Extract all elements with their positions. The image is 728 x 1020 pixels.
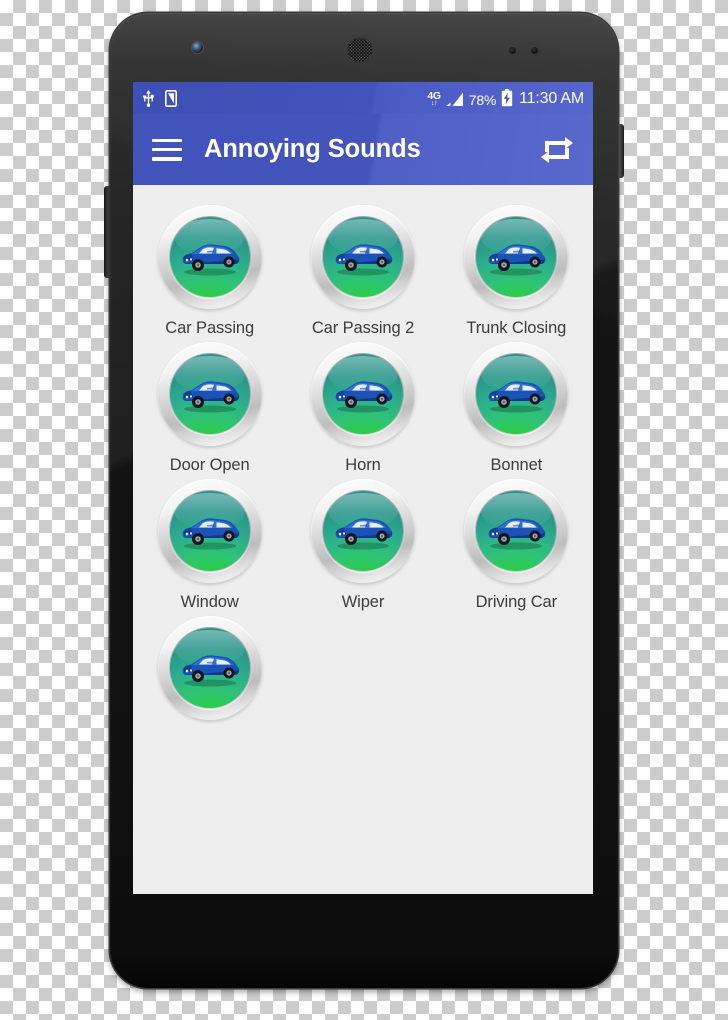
sound-play-button[interactable] — [310, 479, 415, 583]
sound-grid-scroll-area[interactable]: Car Passing Car Passing 2 Trunk Closing … — [133, 185, 593, 894]
sound-item-horn[interactable]: Horn — [286, 342, 439, 475]
sound-play-button[interactable] — [310, 342, 415, 446]
status-bar-right-icons: 4G ↓↑ 78% 11:30 AM — [427, 89, 584, 107]
car-icon — [488, 381, 546, 413]
phone-screen: 4G ↓↑ 78% 11:30 AM Annoying Sounds Car P… — [133, 82, 593, 894]
app-bar: Annoying Sounds — [133, 114, 593, 185]
network-traffic-arrows: ↓↑ — [431, 100, 438, 107]
sound-play-button[interactable] — [464, 342, 569, 446]
sound-label: Horn — [345, 456, 381, 474]
car-icon — [488, 244, 546, 276]
sound-item-car-passing-2[interactable]: Car Passing 2 — [286, 205, 439, 338]
power-button-hardware[interactable] — [617, 124, 624, 178]
usb-icon — [142, 89, 155, 107]
network-type-indicator: 4G ↓↑ — [427, 90, 441, 107]
car-icon — [182, 244, 239, 276]
status-bar-clock: 11:30 AM — [519, 90, 584, 107]
car-icon — [182, 655, 239, 687]
sound-item-driving-car[interactable]: Driving Car — [440, 479, 593, 612]
sound-item-partial[interactable] — [133, 616, 286, 730]
sound-play-button[interactable] — [157, 479, 262, 583]
sound-item-window[interactable]: Window — [133, 479, 286, 612]
car-icon — [335, 381, 393, 413]
volume-rocker-hardware[interactable] — [104, 186, 111, 278]
sound-label: Window — [180, 593, 239, 611]
battery-percent-label: 78% — [468, 92, 497, 108]
car-icon — [488, 518, 546, 550]
car-icon — [335, 244, 393, 276]
sd-card-icon — [165, 89, 177, 107]
sound-item-wiper[interactable]: Wiper — [286, 479, 439, 612]
sound-play-button[interactable] — [157, 205, 262, 309]
sound-label: Bonnet — [490, 456, 543, 474]
front-camera-icon — [192, 42, 203, 53]
battery-charging-icon — [501, 89, 513, 107]
sound-item-bonnet[interactable]: Bonnet — [440, 342, 593, 475]
sound-label: Driving Car — [475, 593, 558, 611]
sound-label: Trunk Closing — [466, 319, 567, 337]
hamburger-menu-icon[interactable] — [152, 138, 182, 161]
menu-line-2 — [152, 147, 182, 152]
sound-play-button[interactable] — [157, 342, 262, 446]
menu-line-1 — [152, 138, 182, 142]
sound-grid: Car Passing Car Passing 2 Trunk Closing … — [133, 205, 593, 730]
status-bar-left-icons — [142, 89, 177, 107]
car-icon — [335, 518, 393, 550]
earpiece-speaker-icon — [347, 37, 373, 63]
sound-item-trunk-closing[interactable]: Trunk Closing — [440, 205, 593, 338]
sound-label: Door Open — [169, 456, 250, 474]
car-icon — [182, 518, 239, 550]
sound-play-button[interactable] — [464, 479, 569, 583]
repeat-icon[interactable] — [540, 135, 574, 165]
signal-bars-icon — [445, 90, 464, 107]
sound-item-door-open[interactable]: Door Open — [133, 342, 286, 475]
sound-play-button[interactable] — [464, 205, 569, 309]
light-sensor-icon — [531, 47, 538, 54]
menu-line-3 — [152, 157, 182, 161]
status-bar: 4G ↓↑ 78% 11:30 AM — [133, 82, 593, 114]
app-title: Annoying Sounds — [204, 135, 421, 163]
sound-label: Car Passing 2 — [311, 319, 415, 337]
car-icon — [182, 381, 239, 413]
sound-label: Car Passing — [165, 319, 255, 337]
sound-label: Wiper — [341, 593, 385, 611]
sound-play-button[interactable] — [157, 616, 262, 720]
image-canvas: 4G ↓↑ 78% 11:30 AM Annoying Sounds Car P… — [0, 0, 728, 1020]
proximity-sensor-icon — [509, 47, 516, 54]
sound-play-button[interactable] — [310, 205, 415, 309]
sound-item-car-passing[interactable]: Car Passing — [133, 205, 286, 338]
